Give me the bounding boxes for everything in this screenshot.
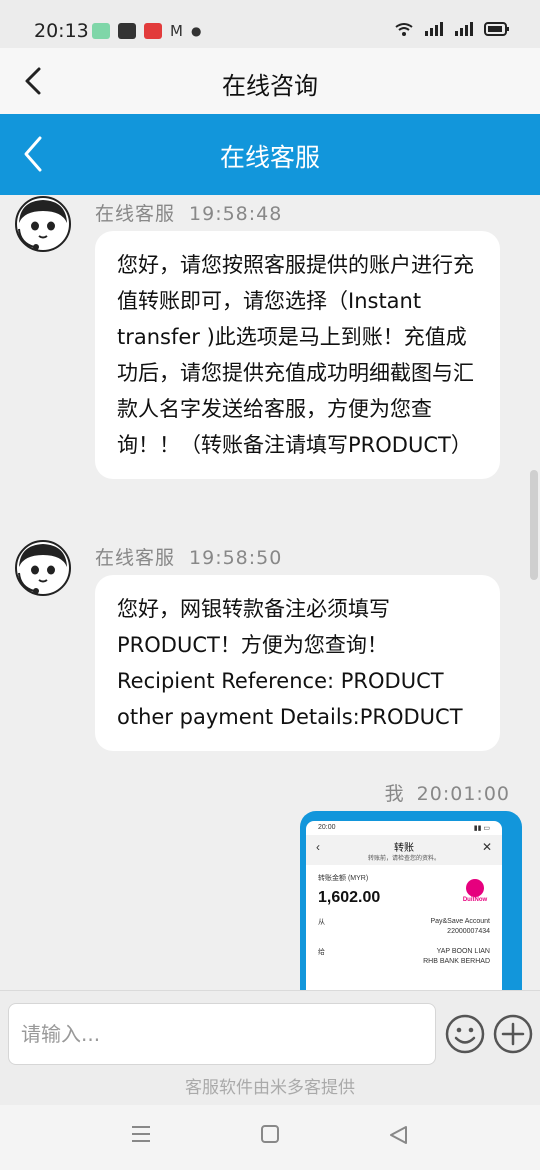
system-icons xyxy=(394,22,510,36)
screenshot-time: 20:00 xyxy=(318,824,336,831)
input-bar: 客服软件由米多客提供 xyxy=(0,990,540,1105)
app-icon xyxy=(144,23,162,39)
gmail-icon: M xyxy=(170,22,183,40)
sender-name: 在线客服 xyxy=(95,203,176,225)
agent-avatar-icon xyxy=(15,196,71,252)
sender-name: 在线客服 xyxy=(95,547,176,569)
screenshot-subtitle: 转账前，请检查您的资料。 xyxy=(367,856,440,862)
notification-icons: M ● xyxy=(92,22,201,40)
agent-avatar-icon xyxy=(15,540,71,596)
lazada-icon xyxy=(118,23,136,39)
chat-header: 在线客服 xyxy=(0,114,540,195)
screenshot-battery-icon: ▮▮ ▭ xyxy=(473,825,490,832)
scrollbar[interactable] xyxy=(530,470,538,580)
screenshot-header: ‹ 转账 转账前，请检查您的资料。 ✕ xyxy=(306,835,502,865)
message-input[interactable] xyxy=(8,1003,436,1065)
my-message-meta: 我 20:01:00 xyxy=(385,779,510,806)
to-label: 给 xyxy=(318,949,325,956)
transfer-screenshot-image[interactable]: 20:00 ▮▮ ▭ ‹ 转账 转账前，请检查您的资料。 ✕ 转账金额 (MYR… xyxy=(306,821,502,990)
back-triangle-icon[interactable] xyxy=(388,1125,408,1145)
my-sender-name: 我 xyxy=(384,783,405,805)
message-bubble: 您好，网银转款备注必须填写PRODUCT！方便为您查询！Recipient Re… xyxy=(95,575,500,751)
to-name: YAP BOON LIAN xyxy=(436,948,490,955)
to-row: 给 YAP BOON LIAN RHB BANK BERHAD xyxy=(318,947,490,967)
screenshot-status-bar: 20:00 ▮▮ ▭ xyxy=(306,821,502,835)
from-account-type: Pay&Save Account xyxy=(430,918,490,925)
screenshot-body: 转账金额 (MYR) 1,602.00 DuitNow 从 Pay&Save A… xyxy=(306,865,502,975)
home-icon[interactable] xyxy=(260,1125,280,1143)
top-navigation-bar: 在线咨询 xyxy=(0,48,540,114)
screenshot-title: 转账 xyxy=(394,843,414,854)
message-time: 19:58:50 xyxy=(189,547,283,569)
screenshot-close-icon: ✕ xyxy=(481,840,492,854)
more-notifications-icon: ● xyxy=(190,24,202,38)
page-title: 在线咨询 xyxy=(222,72,318,100)
emoji-icon[interactable] xyxy=(444,1013,486,1055)
add-attachment-icon[interactable] xyxy=(492,1013,534,1055)
duitnow-logo: DuitNow xyxy=(460,879,490,903)
message-app-icon xyxy=(92,23,110,39)
from-account-no: 22000007434 xyxy=(447,928,490,935)
signal-icon xyxy=(425,22,443,36)
my-image-bubble[interactable]: 20:00 ▮▮ ▭ ‹ 转账 转账前，请检查您的资料。 ✕ 转账金额 (MYR… xyxy=(300,811,522,990)
message-time: 19:58:48 xyxy=(189,203,283,225)
system-navigation-bar xyxy=(0,1105,540,1170)
message-meta: 在线客服 19:58:48 xyxy=(95,199,282,226)
to-bank: RHB BANK BERHAD xyxy=(423,958,490,965)
wifi-icon xyxy=(395,23,413,36)
duitnow-label: DuitNow xyxy=(462,897,488,903)
from-label: 从 xyxy=(318,919,325,926)
message-bubble: 您好，请您按照客服提供的账户进行充值转账即可，请您选择（Instant tran… xyxy=(95,231,500,479)
powered-by-text: 客服软件由米多客提供 xyxy=(185,1078,355,1098)
menu-icon[interactable] xyxy=(130,1125,152,1143)
chat-title: 在线客服 xyxy=(219,143,320,172)
from-row: 从 Pay&Save Account 22000007434 xyxy=(318,917,490,937)
status-time: 20:13 xyxy=(34,20,89,42)
battery-icon xyxy=(484,22,509,36)
signal-icon-2 xyxy=(455,22,473,36)
chat-message-list[interactable]: 在线客服 19:58:48 您好，请您按照客服提供的账户进行充值转账即可，请您选择… xyxy=(0,195,540,990)
message-meta: 在线客服 19:58:50 xyxy=(95,543,282,570)
status-bar: 20:13 M ● xyxy=(0,0,540,48)
duitnow-icon xyxy=(466,879,484,897)
my-message-time: 20:01:00 xyxy=(416,783,510,805)
